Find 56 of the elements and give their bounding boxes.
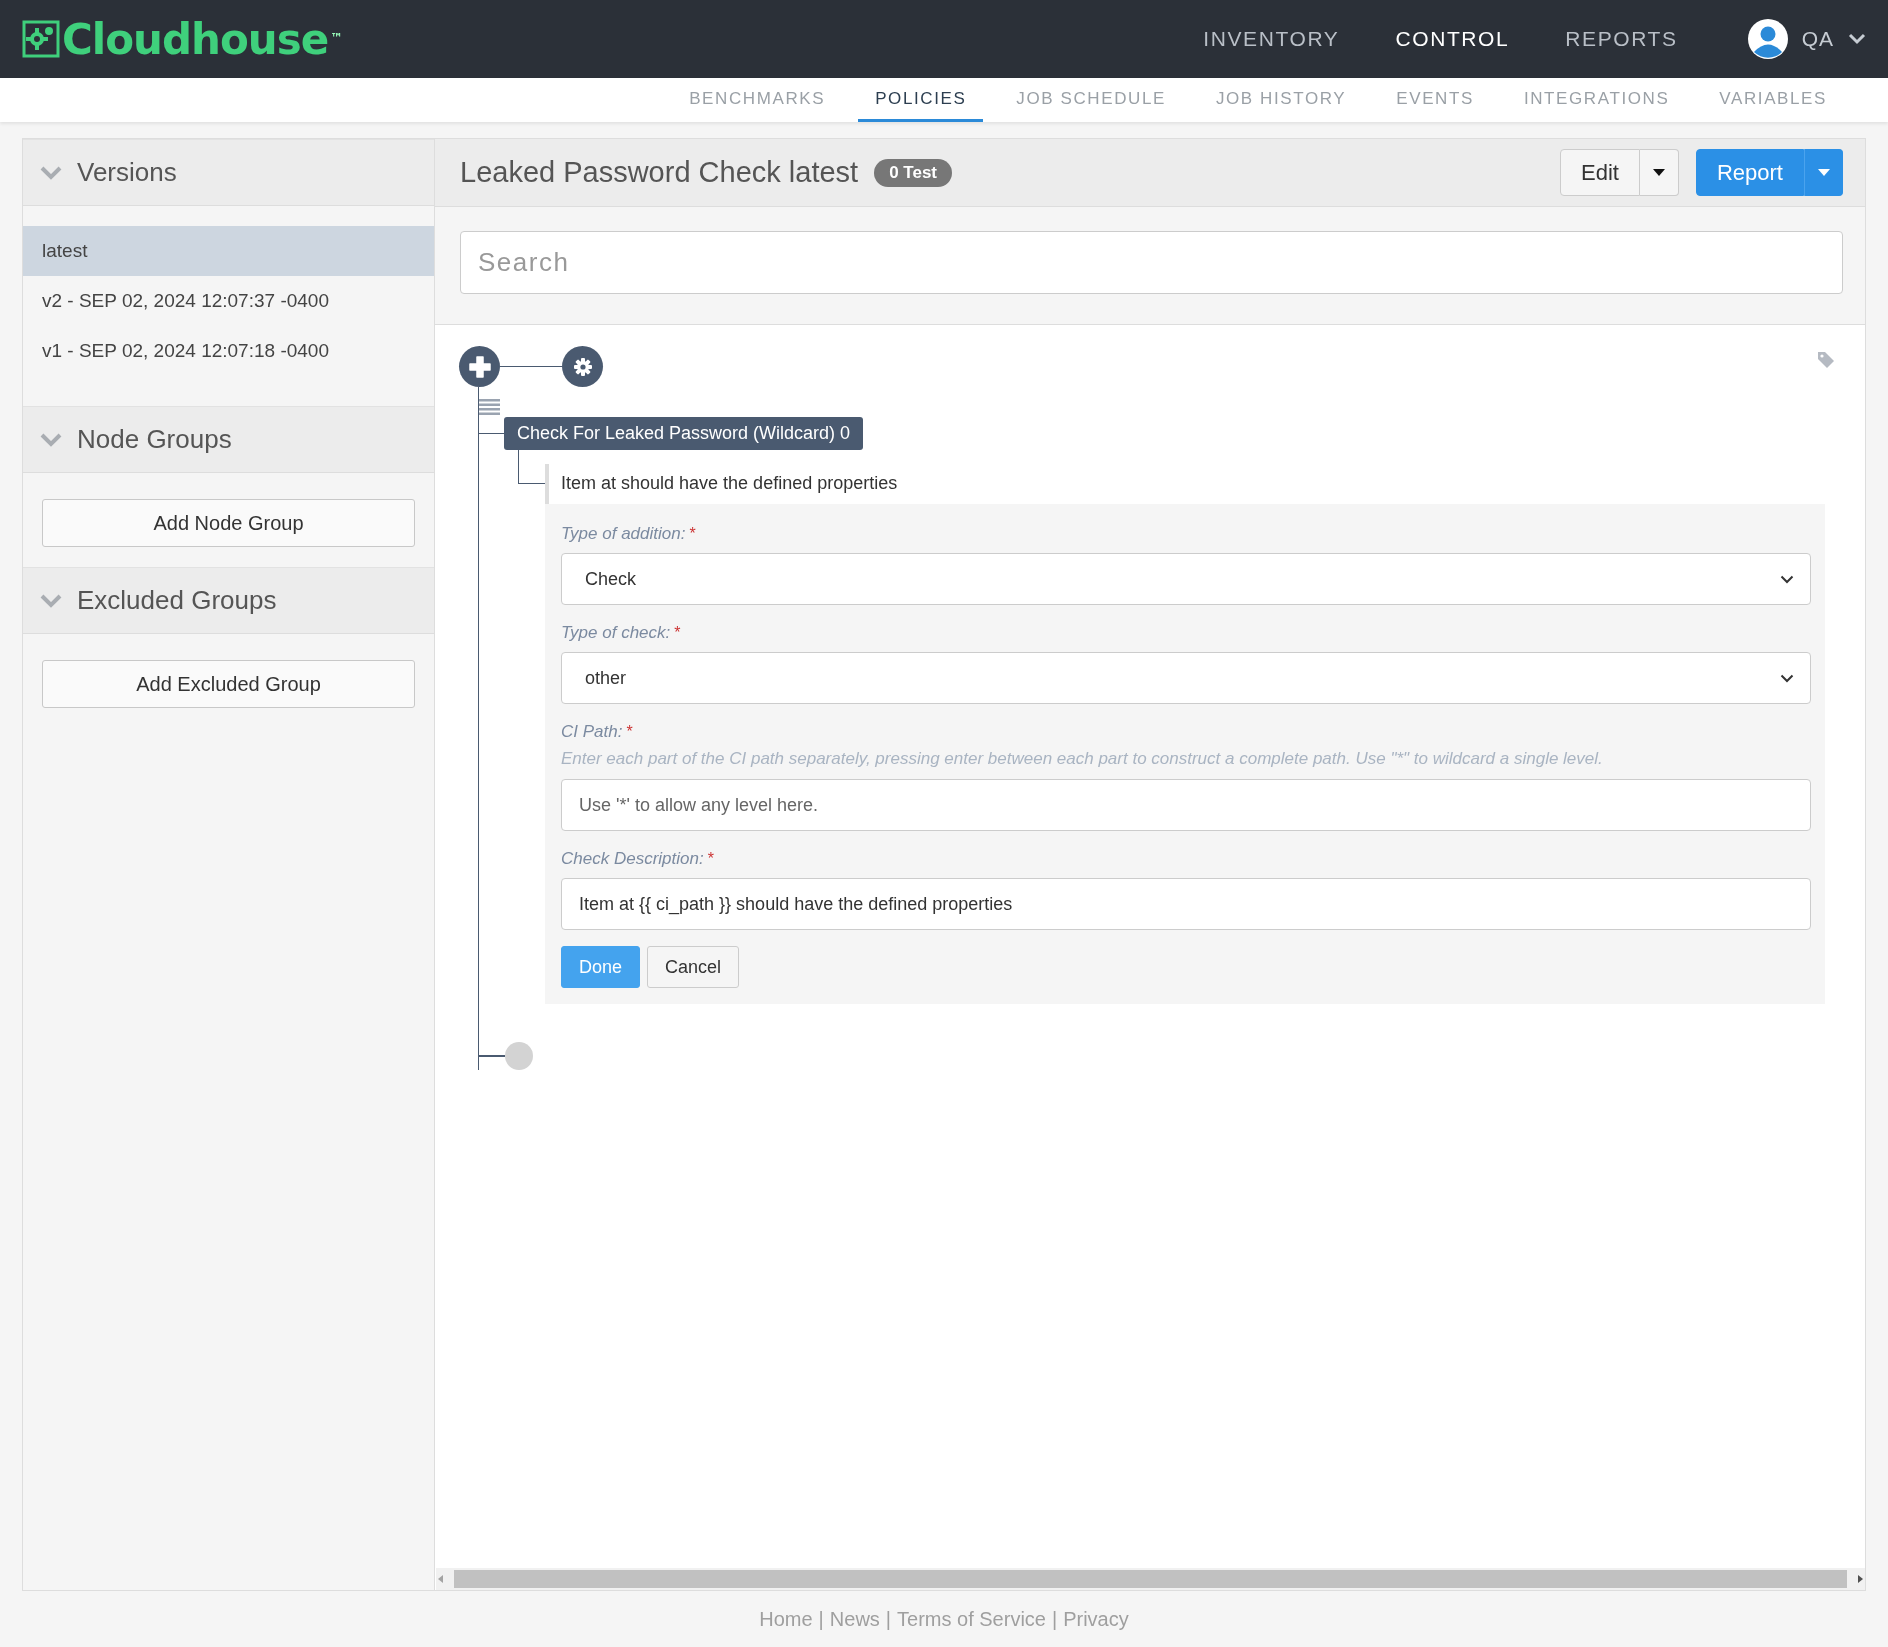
trademark-mark: ™ [330, 30, 343, 45]
edit-dropdown-button[interactable] [1639, 149, 1679, 196]
field-hint: Enter each part of the CI path separately, pressing enter between each part to construct a complete path. Use "*" to wildcard a single level. [561, 749, 1604, 769]
add-group-button[interactable]: Add Node Group [42, 499, 415, 547]
policy-title: Leaked Password Check latest [460, 156, 859, 189]
main-nav-link[interactable]: INVENTORY [1203, 27, 1340, 51]
user-name[interactable]: QA [1801, 27, 1834, 51]
caret-icon [1652, 169, 1665, 176]
field-label: CI Path: [561, 722, 623, 742]
horizontal-scrollbar[interactable] [436, 1568, 1865, 1590]
dropdown-field[interactable]: Check [561, 553, 1811, 605]
chevron-down-icon[interactable] [1848, 33, 1866, 45]
text-field[interactable]: Use '*' to allow any level here. [561, 779, 1811, 831]
section-title[interactable]: Node Groups [77, 424, 232, 455]
field-label: Type of addition: [561, 524, 686, 544]
field-label: Check Description: [561, 849, 704, 869]
add-group-button[interactable]: Add Excluded Group [42, 660, 415, 708]
required-mark: * [674, 624, 681, 642]
tag-icon[interactable] [1817, 351, 1835, 369]
version-item[interactable]: v2 - SEP 02, 2024 12:07:37 -0400 [23, 276, 434, 326]
chevron-down-icon [1780, 574, 1794, 584]
caret-icon [1817, 169, 1830, 176]
drag-handle-icon[interactable] [479, 399, 500, 415]
link-separator: | [818, 1607, 824, 1631]
connector-line [518, 450, 545, 484]
plus-icon [468, 355, 491, 378]
add-node-button[interactable] [459, 346, 500, 387]
required-mark: * [707, 850, 714, 868]
cancel-button[interactable]: Cancel [647, 946, 740, 988]
settings-button[interactable] [562, 346, 603, 387]
tree-node-label[interactable]: Check For Leaked Password (Wildcard) 0 [504, 417, 864, 450]
field-label: Type of check: [561, 623, 671, 643]
link-separator: | [1051, 1607, 1058, 1631]
brand-name: Cloudhouse [62, 14, 329, 64]
link-separator: | [885, 1607, 892, 1631]
end-node-dot[interactable] [504, 1042, 533, 1070]
right-arrow-icon[interactable] [1855, 1574, 1865, 1584]
section-title[interactable]: Versions [77, 157, 177, 188]
user-avatar-icon[interactable] [1747, 19, 1788, 59]
left-arrow-icon[interactable] [436, 1574, 446, 1584]
required-mark: * [689, 525, 696, 543]
main-nav-link[interactable]: REPORTS [1565, 27, 1678, 51]
dropdown-field[interactable]: other [561, 652, 1811, 704]
report-dropdown-button[interactable] [1804, 149, 1843, 196]
required-mark: * [626, 723, 633, 741]
version-item[interactable]: v1 - SEP 02, 2024 12:07:18 -0400 [23, 326, 434, 376]
test-count-badge: 0 Test [874, 158, 953, 187]
edit-button[interactable]: Edit [1560, 149, 1640, 196]
version-item[interactable]: latest [23, 226, 434, 276]
main-nav-link[interactable]: CONTROL [1395, 27, 1510, 51]
chevron-down-icon [1780, 673, 1794, 683]
text-field[interactable]: Item at {{ ci_path }} should have the defined properties [561, 878, 1811, 930]
gear-logo-icon [22, 20, 60, 58]
search-field[interactable]: Search [460, 231, 1843, 294]
sub-nav-tab[interactable]: POLICIES [858, 78, 984, 122]
connector-line [500, 365, 562, 368]
